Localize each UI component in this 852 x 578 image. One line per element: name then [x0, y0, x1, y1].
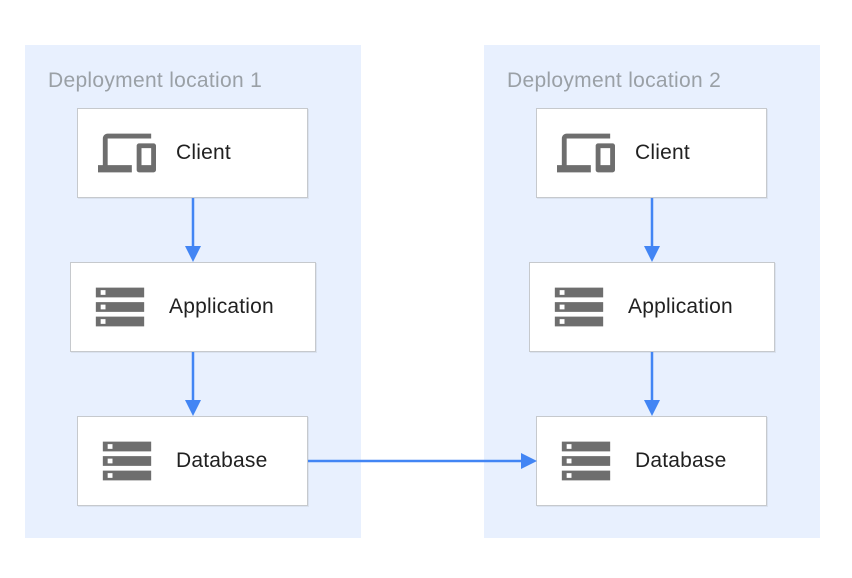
node-label: Database: [635, 449, 727, 473]
diagram-canvas: Deployment location 1 Client Application…: [0, 0, 852, 578]
node-label: Client: [176, 141, 231, 165]
server-stack-icon: [98, 432, 156, 490]
devices-icon: [98, 124, 156, 182]
panel-deployment-location-2: Deployment location 2 Client Application…: [484, 45, 820, 538]
node-label: Application: [169, 295, 274, 319]
node-client-2: Client: [536, 108, 767, 198]
panel-title: Deployment location 2: [507, 69, 721, 93]
devices-icon: [557, 124, 615, 182]
node-label: Application: [628, 295, 733, 319]
node-application-2: Application: [529, 262, 775, 352]
node-client-1: Client: [77, 108, 308, 198]
node-database-2: Database: [536, 416, 767, 506]
node-database-1: Database: [77, 416, 308, 506]
server-stack-icon: [550, 278, 608, 336]
panel-title: Deployment location 1: [48, 69, 262, 93]
panel-deployment-location-1: Deployment location 1 Client Application…: [25, 45, 361, 538]
node-application-1: Application: [70, 262, 316, 352]
node-label: Database: [176, 449, 268, 473]
server-stack-icon: [557, 432, 615, 490]
server-stack-icon: [91, 278, 149, 336]
node-label: Client: [635, 141, 690, 165]
